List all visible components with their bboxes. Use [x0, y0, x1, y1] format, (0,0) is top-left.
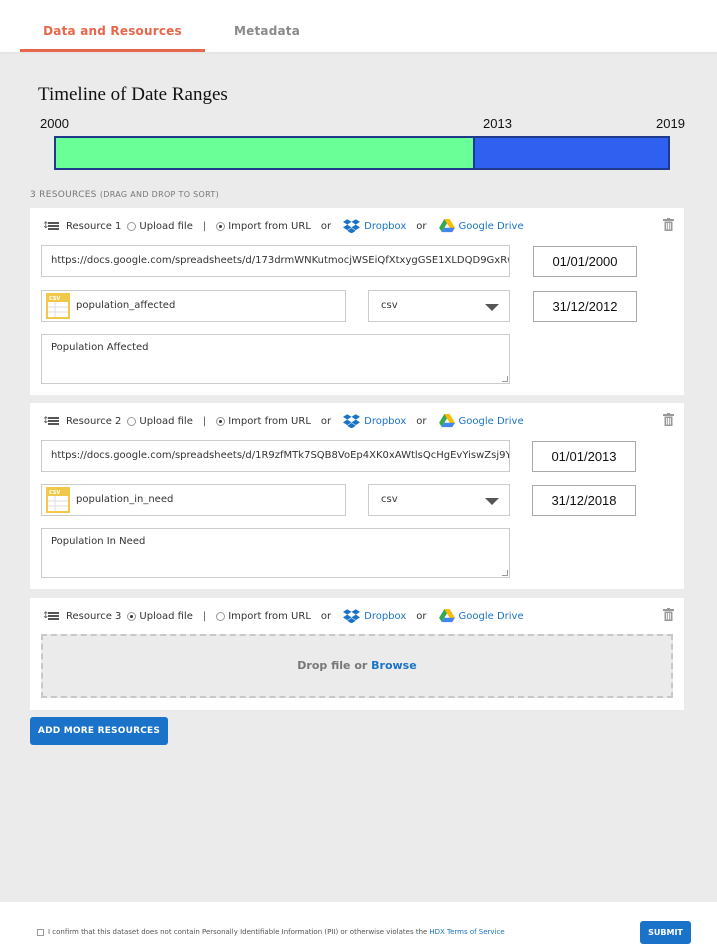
dropbox-icon: [343, 219, 361, 233]
radio-icon: [127, 221, 137, 231]
resource-card-3: ↕ Resource 3 Upload file | Import from U…: [30, 598, 684, 710]
google-drive-icon: [438, 219, 455, 233]
pii-confirmation: I confirm that this dataset does not con…: [37, 928, 505, 936]
resource-name-input[interactable]: CSV population_affected: [41, 290, 346, 322]
radio-checked-icon: [216, 221, 226, 231]
google-drive-icon: [438, 609, 455, 623]
browse-link[interactable]: Browse: [371, 659, 417, 672]
google-drive-link[interactable]: Google Drive: [438, 414, 524, 428]
timeline-bar: [54, 136, 670, 170]
trash-icon[interactable]: [663, 413, 674, 426]
svg-text:CSV: CSV: [49, 490, 60, 496]
resource-card-1: ↕ Resource 1 Upload file | Import from U…: [30, 208, 684, 395]
google-drive-icon: [438, 414, 455, 428]
or-text: or: [416, 220, 427, 232]
resource-header: ↕ Resource 1 Upload file | Import from U…: [42, 218, 524, 234]
add-more-resources-button[interactable]: ADD MORE RESOURCES: [30, 717, 168, 745]
timeline-segment-resource-1: [56, 138, 475, 168]
google-drive-link[interactable]: Google Drive: [438, 219, 524, 233]
resource-url-input[interactable]: https://docs.google.com/spreadsheets/d/1…: [41, 245, 510, 277]
drag-handle-icon[interactable]: ↕: [42, 415, 60, 427]
terms-of-service-link[interactable]: HDX Terms of Service: [429, 928, 504, 936]
separator: |: [202, 220, 207, 232]
trash-icon[interactable]: [663, 218, 674, 231]
file-dropzone[interactable]: Drop file or Browse: [41, 634, 673, 698]
drag-handle-icon[interactable]: ↕: [42, 220, 60, 232]
radio-checked-icon: [127, 611, 137, 621]
timeline-title: Timeline of Date Ranges: [38, 84, 228, 105]
tab-data-and-resources[interactable]: Data and Resources: [20, 24, 205, 52]
dropbox-icon: [343, 414, 361, 428]
drag-handle-icon[interactable]: ↕: [42, 610, 60, 622]
pii-confirm-checkbox[interactable]: [37, 928, 44, 936]
timeline-end-label: 2019: [656, 116, 685, 131]
dropbox-link[interactable]: Dropbox: [343, 609, 406, 623]
or-text: or: [320, 220, 332, 232]
radio-icon: [127, 416, 137, 426]
start-date-input[interactable]: 01/01/2013: [532, 441, 636, 472]
chevron-down-icon: [485, 304, 499, 311]
resources-count: 3 RESOURCES (DRAG AND DROP TO SORT): [30, 190, 219, 200]
resize-handle-icon[interactable]: [502, 570, 508, 576]
resource-header: ↕ Resource 2 Upload file | Import from U…: [42, 413, 524, 429]
resource-url-input[interactable]: https://docs.google.com/spreadsheets/d/1…: [41, 440, 510, 472]
tab-bar: Data and Resources Metadata: [0, 0, 717, 54]
import-url-radio[interactable]: Import from URL: [216, 221, 311, 232]
csv-file-icon: CSV: [46, 293, 70, 319]
upload-file-radio[interactable]: Upload file: [127, 611, 193, 622]
dropbox-link[interactable]: Dropbox: [343, 219, 406, 233]
tab-metadata[interactable]: Metadata: [234, 24, 300, 38]
footer: I confirm that this dataset does not con…: [0, 902, 717, 950]
upload-file-radio[interactable]: Upload file: [127, 416, 193, 427]
submit-button[interactable]: SUBMIT: [640, 921, 691, 944]
radio-checked-icon: [216, 416, 226, 426]
or-text: or: [416, 610, 427, 622]
import-url-radio[interactable]: Import from URL: [216, 611, 311, 622]
resource-header: ↕ Resource 3 Upload file | Import from U…: [42, 608, 524, 624]
dropbox-link[interactable]: Dropbox: [343, 414, 406, 428]
chevron-down-icon: [485, 498, 499, 505]
resource-label: Resource 2: [66, 415, 122, 427]
end-date-input[interactable]: 31/12/2018: [532, 485, 636, 516]
timeline-middle-label: 2013: [483, 116, 512, 131]
separator: |: [202, 415, 207, 427]
resource-card-2: ↕ Resource 2 Upload file | Import from U…: [30, 403, 684, 589]
confirm-text: I confirm that this dataset does not con…: [48, 928, 428, 936]
dropbox-icon: [343, 609, 361, 623]
dropzone-text: Drop file or: [297, 659, 368, 672]
trash-icon[interactable]: [663, 608, 674, 621]
description-textarea[interactable]: Population Affected: [41, 334, 510, 384]
or-text: or: [320, 610, 332, 622]
import-url-radio[interactable]: Import from URL: [216, 416, 311, 427]
or-text: or: [320, 415, 332, 427]
resource-label: Resource 3: [66, 610, 122, 622]
main-content: Timeline of Date Ranges 2000 2013 2019 3…: [0, 54, 717, 902]
svg-text:CSV: CSV: [49, 296, 60, 302]
upload-file-radio[interactable]: Upload file: [127, 221, 193, 232]
timeline-start-label: 2000: [40, 116, 69, 131]
radio-icon: [216, 611, 226, 621]
resource-name-input[interactable]: CSV population_in_need: [41, 484, 346, 516]
format-select[interactable]: csv: [368, 290, 510, 322]
timeline-segment-resource-2: [474, 138, 668, 168]
google-drive-link[interactable]: Google Drive: [438, 609, 524, 623]
description-textarea[interactable]: Population In Need: [41, 528, 510, 578]
csv-file-icon: CSV: [46, 487, 70, 513]
or-text: or: [416, 415, 427, 427]
end-date-input[interactable]: 31/12/2012: [533, 291, 637, 322]
format-select[interactable]: csv: [368, 484, 510, 516]
separator: |: [202, 610, 207, 622]
start-date-input[interactable]: 01/01/2000: [533, 246, 637, 277]
resource-label: Resource 1: [66, 220, 122, 232]
resize-handle-icon[interactable]: [502, 376, 508, 382]
